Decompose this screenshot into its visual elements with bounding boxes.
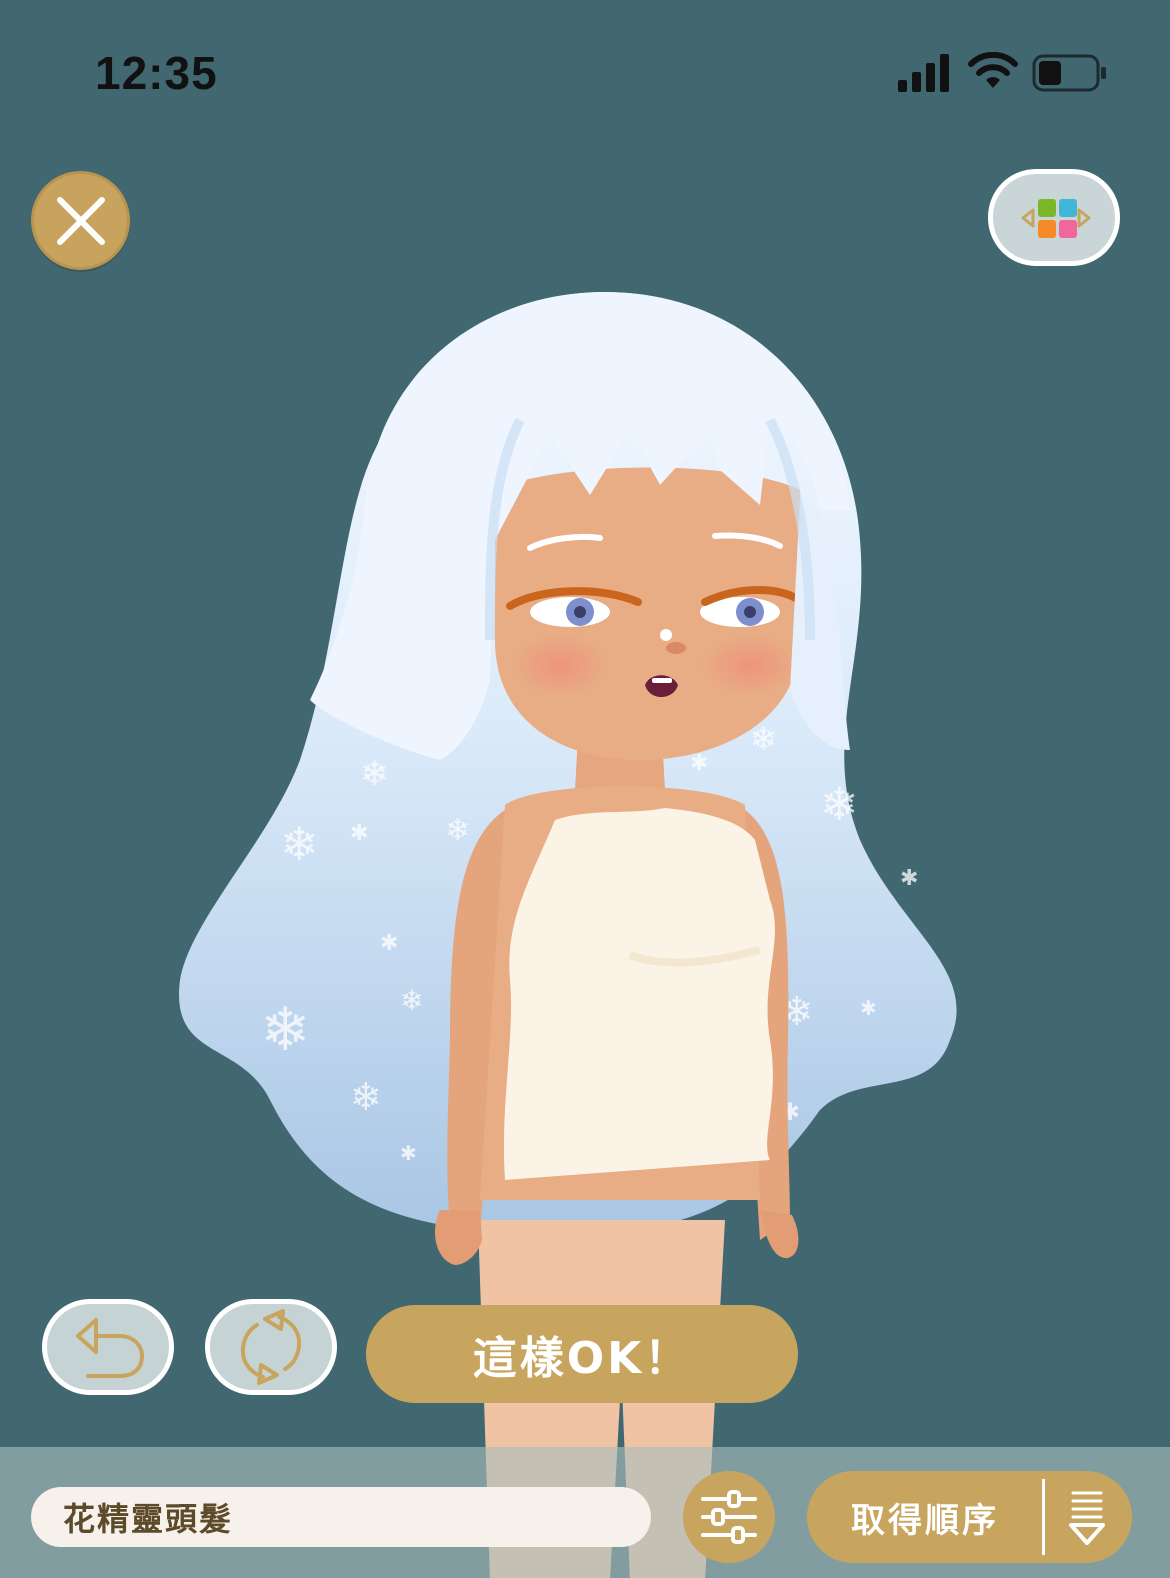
close-button[interactable] xyxy=(31,171,130,270)
refresh-icon xyxy=(240,1309,302,1385)
svg-text:✱: ✱ xyxy=(900,866,918,891)
sort-label: 取得順序 xyxy=(851,1500,999,1541)
sort-divider xyxy=(1042,1479,1045,1555)
sort-down-icon[interactable] xyxy=(1065,1485,1109,1549)
undo-icon xyxy=(76,1318,145,1378)
reset-button[interactable] xyxy=(205,1299,337,1395)
svg-text:❄: ❄ xyxy=(820,777,859,831)
color-grid-icon xyxy=(1021,198,1091,238)
wifi-icon xyxy=(968,52,1018,88)
filter-button[interactable] xyxy=(683,1471,775,1563)
undo-button[interactable] xyxy=(42,1299,174,1395)
status-time: 12:35 xyxy=(95,47,218,99)
item-name-field[interactable]: 花精靈頭髮 xyxy=(31,1487,651,1547)
svg-text:❄: ❄ xyxy=(445,813,470,848)
battery-icon xyxy=(1032,54,1106,92)
layout-toggle-button[interactable] xyxy=(988,169,1120,266)
svg-text:❄: ❄ xyxy=(280,817,319,871)
bottom-bar: 花精靈頭髮 取得順序 xyxy=(0,1447,1170,1578)
svg-text:✱: ✱ xyxy=(860,996,877,1020)
sort-button[interactable]: 取得順序 xyxy=(807,1471,1132,1563)
svg-text:✱: ✱ xyxy=(690,751,708,776)
confirm-button[interactable]: 這樣OK！ xyxy=(366,1305,798,1403)
svg-text:✱: ✱ xyxy=(400,1141,417,1165)
svg-text:✱: ✱ xyxy=(380,931,398,956)
status-icons xyxy=(898,52,1110,94)
signal-icon xyxy=(898,54,949,92)
svg-text:❄: ❄ xyxy=(260,995,310,1065)
svg-text:❄: ❄ xyxy=(360,754,389,794)
svg-text:❄: ❄ xyxy=(400,984,423,1017)
sliders-icon xyxy=(701,1490,757,1544)
svg-text:❄: ❄ xyxy=(350,1075,382,1119)
svg-text:✱: ✱ xyxy=(350,821,368,846)
close-icon xyxy=(56,196,105,245)
